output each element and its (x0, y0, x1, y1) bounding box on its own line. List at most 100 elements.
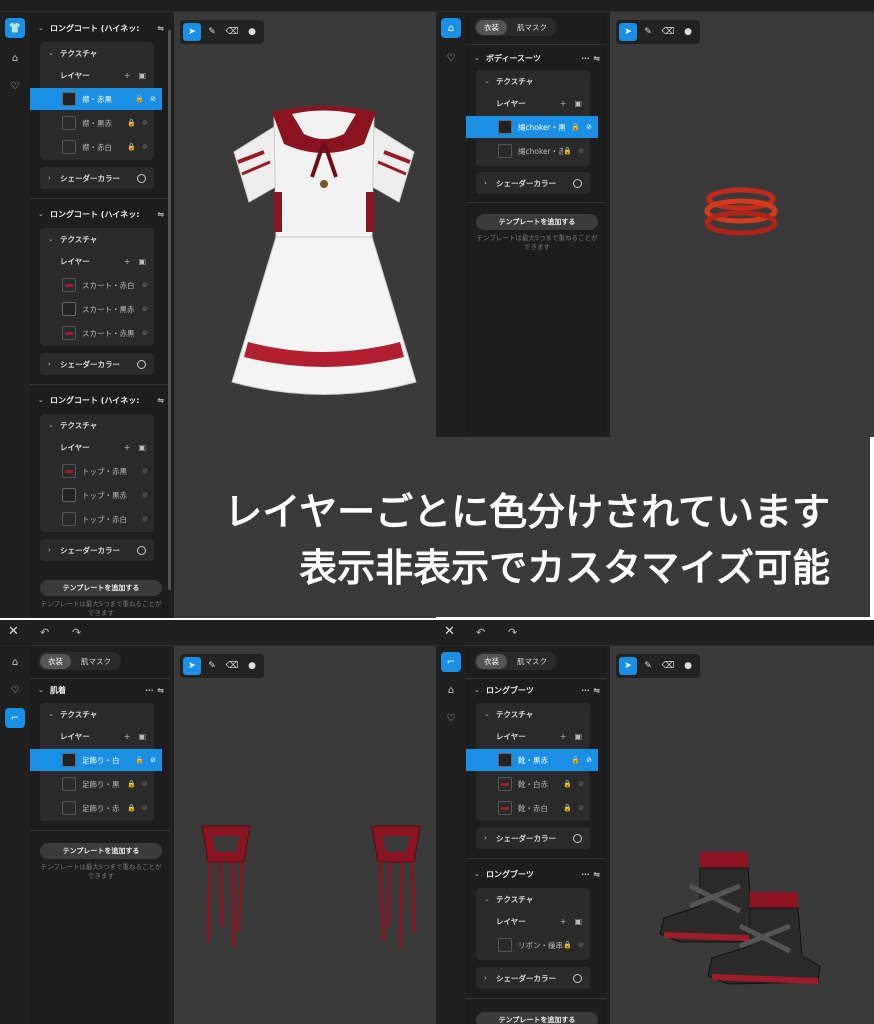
eye-off-icon[interactable]: ⊘ (142, 467, 148, 475)
eye-off-icon[interactable]: ⊘ (142, 804, 148, 812)
eye-off-icon[interactable]: ⊘ (578, 147, 584, 155)
dress-icon[interactable]: ⌂ (5, 48, 25, 68)
layer-row[interactable]: トップ・赤白 ⊘ (40, 508, 154, 530)
lock-icon[interactable]: 🔒 (571, 756, 580, 764)
layer-row[interactable]: 靴・黒赤 🔒 ⊘ (466, 749, 598, 771)
image-add-icon[interactable]: ▣ (574, 99, 582, 108)
lock-icon[interactable]: 🔒 (563, 804, 572, 812)
chevron-down-icon[interactable]: ⌄ (48, 710, 60, 718)
pen-icon[interactable]: ✎ (639, 23, 657, 41)
eraser-icon[interactable]: ⌫ (659, 657, 677, 675)
add-template-button[interactable]: テンプレートを追加する (476, 1012, 598, 1024)
color-icon[interactable] (137, 545, 146, 555)
add-template-button[interactable]: テンプレートを追加する (40, 843, 162, 859)
eye-off-icon[interactable]: ⊘ (142, 143, 148, 151)
layer-row[interactable]: 襟・赤黒 🔒 ⊘ (30, 88, 162, 110)
dress-icon[interactable]: ⌂ (441, 680, 461, 700)
lock-icon[interactable]: 🔒 (127, 780, 136, 788)
chevron-down-icon[interactable]: ⌄ (484, 895, 496, 903)
layer-row[interactable]: スカート・赤白 ⊘ (40, 274, 154, 296)
cursor-icon[interactable]: ➤ (619, 23, 637, 41)
layer-row[interactable]: 靴・赤白 🔒 ⊘ (476, 797, 590, 819)
eye-off-icon[interactable]: ⊘ (142, 329, 148, 337)
add-icon[interactable]: + (124, 71, 131, 80)
color-icon[interactable] (573, 833, 582, 843)
group-header[interactable]: ⌄ ロングコート (ハイネッ: ⇋ (38, 18, 164, 38)
group-header[interactable]: ⌄ ロングコート (ハイネッ: ⇋ (38, 204, 164, 224)
layer-row[interactable]: トップ・黒赤 ⊘ (40, 484, 154, 506)
undo-icon[interactable]: ↶ (476, 626, 485, 639)
socks-icon[interactable]: ⌐ (5, 708, 25, 728)
image-add-icon[interactable]: ▣ (574, 917, 582, 926)
tab-costume[interactable]: 衣装 (476, 19, 507, 35)
layer-row[interactable]: 足飾り・白 🔒 ⊘ (30, 749, 162, 771)
layer-row[interactable]: 襟・黒赤 🔒 ⊘ (40, 112, 154, 134)
group-header[interactable]: ⌄ ボディースーツ ⋯ ⇋ (474, 48, 600, 68)
tab-skin-mask[interactable]: 肌マスク (509, 20, 555, 35)
eye-off-icon[interactable]: ⊘ (578, 941, 584, 949)
chevron-down-icon[interactable]: ⌄ (484, 77, 496, 85)
group-header[interactable]: ⌄ 肌着 ⋯ ⇋ (38, 680, 164, 700)
shader-color-row[interactable]: › シェーダーカラー (476, 172, 590, 194)
settings-icon[interactable]: ⇋ (157, 24, 164, 33)
settings-icon[interactable]: ⇋ (157, 396, 164, 405)
underwear-icon[interactable]: ♡ (441, 48, 461, 68)
add-icon[interactable]: + (560, 917, 567, 926)
cursor-icon[interactable]: ➤ (183, 657, 201, 675)
lock-icon[interactable]: 🔒 (127, 804, 136, 812)
chevron-down-icon[interactable]: ⌄ (484, 710, 496, 718)
eye-off-icon[interactable]: ⊘ (586, 123, 592, 131)
image-add-icon[interactable]: ▣ (138, 71, 146, 80)
lock-icon[interactable]: 🔒 (563, 147, 572, 155)
underwear-icon[interactable]: ♡ (5, 680, 25, 700)
3d-viewport[interactable]: ➤ ✎ ⌫ ● (610, 646, 874, 1024)
add-template-button[interactable]: テンプレートを追加する (476, 214, 598, 230)
eye-off-icon[interactable]: ⊘ (586, 756, 592, 764)
redo-icon[interactable]: ↷ (508, 626, 517, 639)
eye-off-icon[interactable]: ⊘ (142, 281, 148, 289)
color-icon[interactable] (137, 173, 146, 183)
drop-icon[interactable]: ● (679, 657, 697, 675)
layer-row[interactable]: 縄choker・赤 🔒 ⊘ (476, 140, 590, 162)
layer-row[interactable]: 足飾り・黒 🔒 ⊘ (40, 773, 154, 795)
lock-icon[interactable]: 🔒 (563, 780, 572, 788)
dress-icon[interactable]: ⌂ (5, 652, 25, 672)
eraser-icon[interactable]: ⌫ (223, 657, 241, 675)
color-icon[interactable] (137, 359, 146, 369)
group-header[interactable]: ⌄ ロングブーツ ⋯ ⇋ (474, 864, 600, 884)
add-icon[interactable]: + (124, 732, 131, 741)
drop-icon[interactable]: ● (243, 657, 261, 675)
3d-viewport[interactable]: ➤ ✎ ⌫ ● (174, 646, 436, 1024)
lock-icon[interactable]: 🔒 (563, 941, 572, 949)
image-add-icon[interactable]: ▣ (138, 732, 146, 741)
eye-off-icon[interactable]: ⊘ (142, 780, 148, 788)
tab-costume[interactable]: 衣装 (40, 653, 71, 669)
eye-off-icon[interactable]: ⊘ (150, 756, 156, 764)
settings-icon[interactable]: ⇋ (157, 210, 164, 219)
close-icon[interactable]: ✕ (444, 624, 455, 639)
shader-color-row[interactable]: › シェーダーカラー (476, 967, 590, 989)
group-header[interactable]: ⌄ ロングブーツ ⋯ ⇋ (474, 680, 600, 700)
eye-off-icon[interactable]: ⊘ (142, 305, 148, 313)
shader-color-row[interactable]: › シェーダーカラー (40, 353, 154, 375)
settings-icon[interactable]: ⇋ (593, 870, 600, 879)
color-icon[interactable] (573, 973, 582, 983)
tab-skin-mask[interactable]: 肌マスク (73, 654, 119, 669)
add-icon[interactable]: + (124, 443, 131, 452)
eraser-icon[interactable]: ⌫ (659, 23, 677, 41)
add-icon[interactable]: + (560, 732, 567, 741)
dress-icon[interactable]: ⌂ (441, 18, 461, 38)
eye-off-icon[interactable]: ⊘ (578, 804, 584, 812)
settings-icon[interactable]: ⇋ (593, 54, 600, 63)
add-icon[interactable]: + (124, 257, 131, 266)
tab-skin-mask[interactable]: 肌マスク (509, 654, 555, 669)
pen-icon[interactable]: ✎ (639, 657, 657, 675)
layer-row[interactable]: トップ・赤黒 ⊘ (40, 460, 154, 482)
shirt-icon[interactable]: 👕 (5, 18, 25, 38)
more-icon[interactable]: ⋯ (145, 686, 153, 695)
layer-row[interactable]: スカート・赤黒 ⊘ (40, 322, 154, 344)
image-add-icon[interactable]: ▣ (138, 257, 146, 266)
underwear-icon[interactable]: ♡ (5, 76, 25, 96)
scrollbar[interactable] (168, 30, 171, 590)
settings-icon[interactable]: ⇋ (593, 686, 600, 695)
